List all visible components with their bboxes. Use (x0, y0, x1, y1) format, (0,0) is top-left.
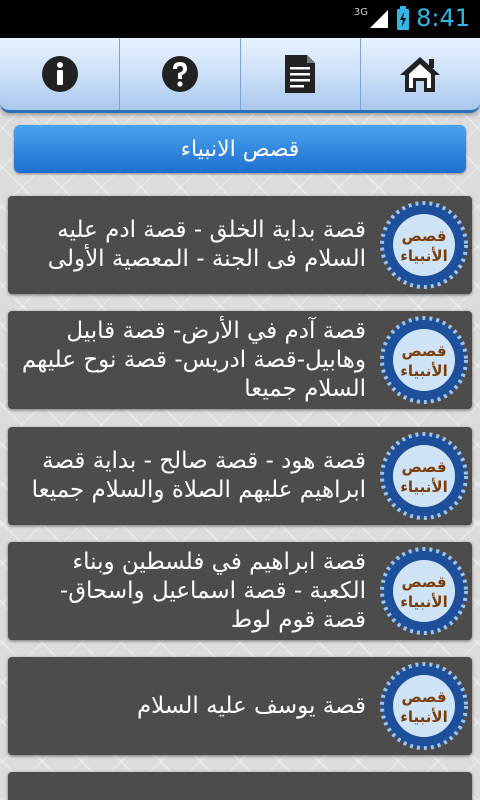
list-item[interactable]: قصة يوسف عليه السلام قصص الأنبياء (8, 657, 472, 755)
svg-text:قصص: قصص (401, 458, 446, 476)
list-item-title: قصة بداية الخلق - قصة ادم عليه السلام فى… (47, 217, 366, 272)
status-bar: 3G 8:41 (0, 0, 480, 38)
svg-text:قصص: قصص (401, 573, 446, 591)
page-title: قصص الانبياء (14, 125, 466, 173)
prophets-stories-icon: قصص الأنبياء (380, 316, 468, 404)
document-icon (285, 55, 316, 93)
document-button[interactable] (241, 38, 361, 110)
clock: 8:41 (416, 4, 470, 32)
prophets-stories-icon: قصص الأنبياء (380, 547, 468, 635)
list-item-title: قصة آدم في الأرض- قصة قابيل وهابيل-قصة ا… (21, 317, 366, 402)
svg-text:الأنبياء: الأنبياء (400, 708, 448, 726)
page-title-text: قصص الانبياء (180, 136, 300, 162)
battery-icon (397, 6, 409, 30)
help-icon (161, 56, 198, 92)
info-icon (41, 56, 78, 92)
svg-text:الأنبياء: الأنبياء (400, 247, 448, 265)
home-button[interactable] (361, 38, 480, 110)
list-item[interactable]: قصة هود - قصة صالح - بداية قصة ابراهيم ع… (8, 427, 472, 525)
prophets-stories-icon: قصص الأنبياء (380, 201, 468, 289)
list-item[interactable] (8, 772, 472, 800)
signal-icon (370, 10, 388, 28)
top-toolbar (0, 38, 480, 113)
home-icon (400, 57, 441, 92)
list-item-title: قصة هود - قصة صالح - بداية قصة ابراهيم ع… (31, 448, 366, 503)
svg-text:الأنبياء: الأنبياء (400, 478, 448, 496)
help-button[interactable] (120, 38, 241, 110)
svg-text:قصص: قصص (401, 688, 446, 706)
prophets-stories-icon: قصص الأنبياء (380, 432, 468, 520)
svg-text:قصص: قصص (401, 227, 446, 245)
info-button[interactable] (0, 38, 121, 110)
list-item[interactable]: قصة بداية الخلق - قصة ادم عليه السلام فى… (8, 196, 472, 294)
list-item-title: قصة يوسف عليه السلام (136, 692, 366, 719)
list-item[interactable]: قصة ابراهيم في فلسطين وبناء الكعبة - قصة… (8, 542, 472, 640)
svg-text:الأنبياء: الأنبياء (400, 362, 448, 380)
svg-text:الأنبياء: الأنبياء (400, 593, 448, 611)
prophets-stories-icon: قصص الأنبياء (380, 662, 468, 750)
svg-text:قصص: قصص (401, 342, 446, 360)
network-type: 3G (353, 7, 368, 18)
list-item-title: قصة ابراهيم في فلسطين وبناء الكعبة - قصة… (59, 548, 366, 633)
list-item[interactable]: قصة آدم في الأرض- قصة قابيل وهابيل-قصة ا… (8, 311, 472, 409)
